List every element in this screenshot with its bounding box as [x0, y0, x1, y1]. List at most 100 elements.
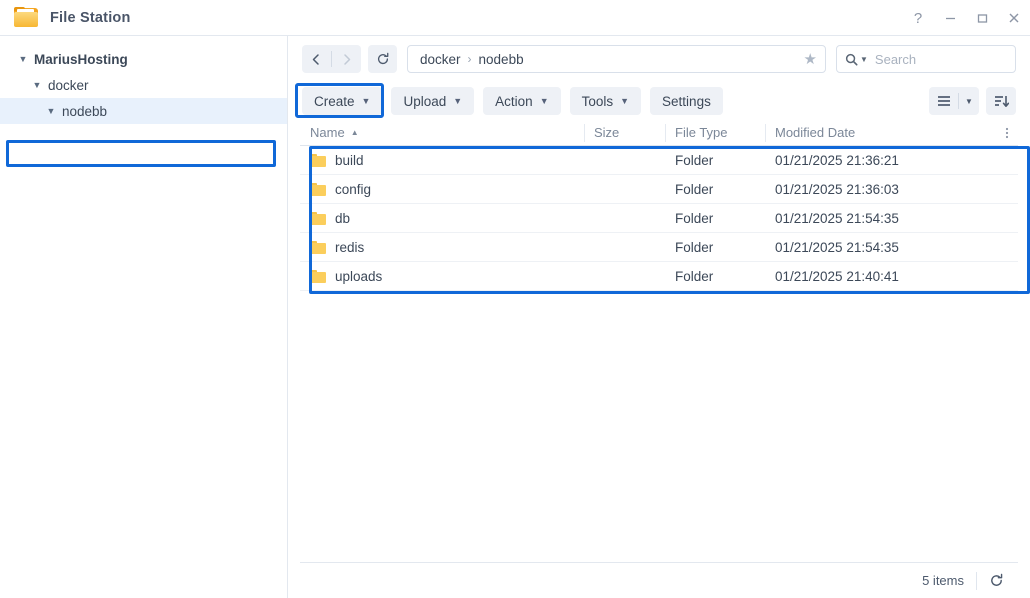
- sidebar: ▼ MariusHosting ▼ docker ▼ nodebb: [0, 36, 288, 598]
- folder-icon: [310, 211, 326, 225]
- sidebar-item-label: MariusHosting: [34, 51, 128, 67]
- refresh-button[interactable]: [368, 45, 397, 73]
- table-row[interactable]: db Folder 01/21/2025 21:54:35: [300, 204, 1018, 233]
- view-mode-group: ▼: [929, 87, 979, 115]
- sidebar-item-docker[interactable]: ▼ docker: [0, 72, 287, 98]
- upload-button-label: Upload: [403, 93, 447, 109]
- cell-name: db: [300, 211, 584, 226]
- sidebar-item-mariushosting[interactable]: ▼ MariusHosting: [0, 46, 287, 72]
- column-label: Size: [594, 125, 620, 140]
- cell-modified-date: 01/21/2025 21:40:41: [775, 268, 899, 284]
- star-icon[interactable]: ★: [804, 50, 817, 68]
- list-view-icon[interactable]: [929, 87, 958, 115]
- caret-down-icon: ▼: [32, 80, 42, 90]
- column-header-name[interactable]: Name ▲: [300, 120, 584, 146]
- more-vertical-icon[interactable]: [996, 126, 1018, 140]
- column-header-modified-date[interactable]: Modified Date: [765, 120, 996, 146]
- column-label: File Type: [675, 125, 728, 140]
- item-count-label: 5 items: [922, 573, 964, 588]
- cell-file-type: Folder: [675, 152, 714, 168]
- search-placeholder: Search: [874, 51, 917, 67]
- window-controls: ?: [902, 0, 1030, 36]
- view-controls: ▼: [929, 87, 1016, 115]
- table-row[interactable]: uploads Folder 01/21/2025 21:40:41: [300, 262, 1018, 291]
- breadcrumb-item-nodebb[interactable]: nodebb: [479, 52, 524, 67]
- toolbar: Create ▼ Upload ▼ Action ▼ Tools ▼ Setti…: [288, 82, 1030, 120]
- settings-button[interactable]: Settings: [650, 87, 723, 115]
- settings-button-label: Settings: [662, 93, 711, 109]
- maximize-button[interactable]: [966, 0, 998, 36]
- folder-icon: [14, 6, 38, 29]
- file-name: redis: [335, 239, 365, 255]
- sort-ascending-icon: ▲: [350, 128, 359, 137]
- caret-down-icon: ▼: [620, 96, 630, 106]
- file-name: config: [335, 181, 372, 197]
- back-button[interactable]: [302, 45, 331, 73]
- file-table: Name ▲ Size File Type Modified Date buil…: [288, 120, 1030, 562]
- file-name: build: [335, 152, 364, 168]
- sort-descending-icon[interactable]: [986, 87, 1016, 115]
- cell-file-type: Folder: [675, 210, 714, 226]
- table-row[interactable]: config Folder 01/21/2025 21:36:03: [300, 175, 1018, 204]
- table-row[interactable]: build Folder 01/21/2025 21:36:21: [300, 146, 1018, 175]
- column-header-size[interactable]: Size: [584, 120, 665, 146]
- cell-file-type: Folder: [675, 268, 714, 284]
- upload-button[interactable]: Upload ▼: [391, 87, 475, 115]
- status-bar: 5 items: [300, 562, 1018, 598]
- content-area: docker › nodebb ★ ▼ Search Create ▼ Uplo…: [288, 36, 1030, 598]
- sidebar-selection-highlight: [6, 140, 276, 167]
- caret-down-icon: ▼: [539, 96, 549, 106]
- column-header-file-type[interactable]: File Type: [665, 120, 765, 146]
- folder-icon: [310, 240, 326, 254]
- cell-modified-date: 01/21/2025 21:54:35: [775, 210, 899, 226]
- chevron-down-icon[interactable]: ▼: [959, 87, 979, 115]
- create-button-label: Create: [314, 93, 355, 109]
- cell-file-type: Folder: [675, 181, 714, 197]
- table-header: Name ▲ Size File Type Modified Date: [300, 120, 1018, 146]
- caret-down-icon: ▼: [361, 96, 371, 106]
- refresh-icon[interactable]: [989, 573, 1004, 588]
- divider: [976, 571, 977, 590]
- forward-button[interactable]: [332, 45, 361, 73]
- breadcrumb-separator: ›: [467, 52, 472, 66]
- tools-button[interactable]: Tools ▼: [569, 87, 642, 115]
- folder-icon: [310, 153, 326, 167]
- title-bar: File Station ?: [0, 0, 1030, 36]
- cell-name: redis: [300, 240, 584, 255]
- table-body: build Folder 01/21/2025 21:36:21 config …: [300, 146, 1030, 294]
- caret-down-icon: ▼: [46, 106, 56, 116]
- sidebar-item-label: nodebb: [62, 103, 108, 119]
- navigation-bar: docker › nodebb ★ ▼ Search: [288, 36, 1030, 82]
- folder-icon: [310, 182, 326, 196]
- caret-down-icon: ▼: [453, 96, 463, 106]
- file-name: uploads: [335, 268, 383, 284]
- file-name: db: [335, 210, 351, 226]
- cell-name: uploads: [300, 269, 584, 284]
- minimize-button[interactable]: [934, 0, 966, 36]
- table-row[interactable]: redis Folder 01/21/2025 21:54:35: [300, 233, 1018, 262]
- action-button-label: Action: [495, 93, 533, 109]
- caret-down-icon: ▼: [18, 54, 28, 64]
- tools-button-label: Tools: [581, 93, 614, 109]
- cell-name: build: [300, 153, 584, 168]
- search-icon: [845, 53, 858, 66]
- cell-modified-date: 01/21/2025 21:36:03: [775, 181, 899, 197]
- cell-modified-date: 01/21/2025 21:54:35: [775, 239, 899, 255]
- breadcrumb-item-docker[interactable]: docker: [420, 52, 461, 67]
- help-button[interactable]: ?: [902, 0, 934, 36]
- cell-file-type: Folder: [675, 239, 714, 255]
- sidebar-item-nodebb[interactable]: ▼ nodebb: [0, 98, 287, 124]
- cell-name: config: [300, 182, 584, 197]
- search-input[interactable]: ▼ Search: [836, 45, 1016, 73]
- column-label: Modified Date: [775, 125, 856, 140]
- sidebar-item-label: docker: [48, 77, 89, 93]
- nav-button-group: [302, 45, 361, 73]
- create-button[interactable]: Create ▼: [302, 87, 383, 115]
- cell-modified-date: 01/21/2025 21:36:21: [775, 152, 899, 168]
- app-title: File Station: [50, 9, 131, 26]
- breadcrumb[interactable]: docker › nodebb ★: [407, 45, 826, 73]
- close-button[interactable]: [998, 0, 1030, 36]
- chevron-down-icon[interactable]: ▼: [860, 55, 868, 64]
- action-button[interactable]: Action ▼: [483, 87, 561, 115]
- folder-icon: [310, 269, 326, 283]
